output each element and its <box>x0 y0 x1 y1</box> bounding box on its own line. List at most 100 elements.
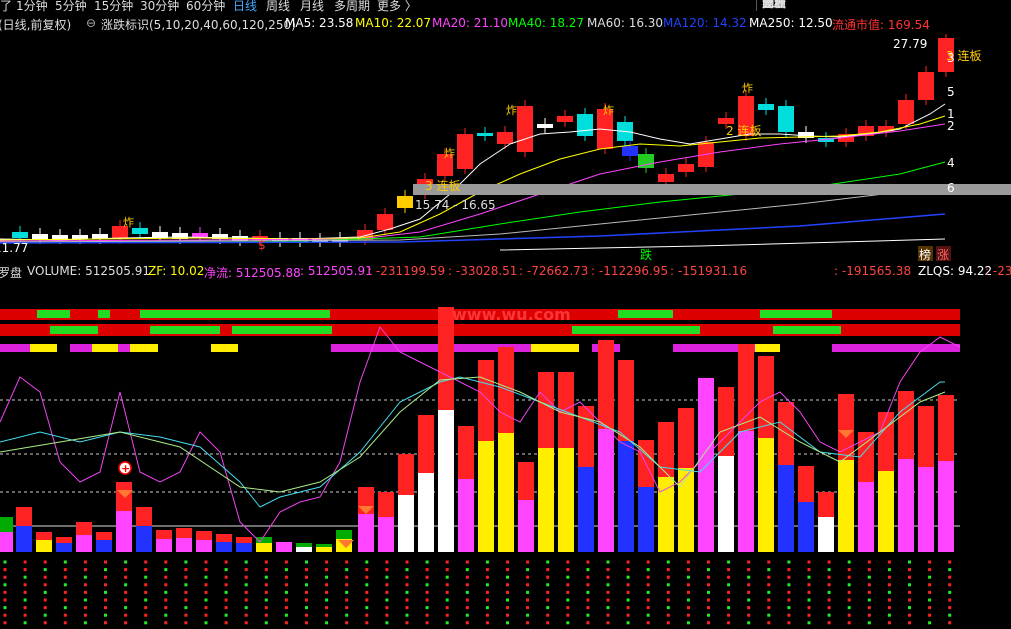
signal-dot <box>827 590 831 594</box>
signal-dot <box>666 575 670 579</box>
signal-dot <box>747 583 751 587</box>
tab-15min[interactable]: 15分钟 <box>94 0 133 14</box>
simple-frame-button[interactable]: 简框 <box>756 0 791 11</box>
v1-value: : 512505.91 <box>300 264 373 278</box>
ma120-value: MA120: 14.32 <box>663 16 747 30</box>
tab-weekly[interactable]: 周线 <box>266 0 290 14</box>
tab-30min[interactable]: 30分钟 <box>140 0 179 14</box>
signal-dot <box>284 560 288 564</box>
signal-dot <box>385 560 389 564</box>
signal-dot <box>385 621 389 625</box>
signal-dot <box>124 606 128 610</box>
signal-dot <box>23 598 27 602</box>
signal-dot <box>23 606 27 610</box>
volume-bar-bottom <box>256 543 272 552</box>
signal-dot <box>948 575 952 579</box>
strip-green-1b <box>98 310 110 318</box>
signal-dot <box>405 621 409 625</box>
tab-5min[interactable]: 5分钟 <box>55 0 87 14</box>
signal-dot <box>264 575 268 579</box>
volume-bar-top <box>698 378 714 451</box>
tab-multi[interactable]: 多周期 <box>334 0 370 14</box>
signal-dot <box>526 598 530 602</box>
volume-chart[interactable]: + www.wu.com <box>0 282 1011 629</box>
signal-dot <box>445 621 449 625</box>
volume-bar-top <box>618 360 634 441</box>
signal-dot <box>365 583 369 587</box>
signal-dot <box>646 583 650 587</box>
signal-dot <box>928 613 932 617</box>
signal-dot <box>606 568 610 572</box>
signal-dot <box>63 575 67 579</box>
tab-monthly[interactable]: 月线 <box>300 0 324 14</box>
signal-dot <box>83 606 87 610</box>
tab-more[interactable]: 更多 〉 <box>377 0 417 14</box>
signal-dot <box>526 560 530 564</box>
signal-dot <box>305 560 308 564</box>
signal-dot <box>867 606 871 610</box>
signal-dot <box>948 621 952 625</box>
signal-dot <box>526 568 530 572</box>
signal-dot <box>887 583 891 587</box>
signal-dot <box>224 590 228 594</box>
signal-dot <box>586 583 590 587</box>
indicator-toggle-icon[interactable]: ⊖ <box>86 16 96 30</box>
signal-dot <box>506 560 509 564</box>
signal-dot <box>164 606 168 610</box>
signal-dot <box>867 621 871 625</box>
signal-dot <box>767 590 771 594</box>
signal-dot <box>485 590 489 594</box>
signal-dot <box>104 606 107 610</box>
signal-dot <box>104 568 107 572</box>
volume-bar-bottom <box>638 487 654 552</box>
signal-dot <box>807 621 811 625</box>
volume-bar-top <box>76 522 92 535</box>
signal-dot <box>244 583 248 587</box>
signal-dot <box>686 568 690 572</box>
signal-dot <box>526 606 530 610</box>
candle-body <box>758 104 774 110</box>
signal-dot <box>83 575 87 579</box>
signal-dot <box>465 613 469 617</box>
ma10-value: MA10: 22.07 <box>355 16 432 30</box>
signal-dot <box>465 590 469 594</box>
signal-dot <box>83 560 87 564</box>
signal-dot <box>405 613 409 617</box>
right-toolbar: 复权 叠加 多股 统计 画线 F10 简框 <box>756 0 1011 14</box>
signal-dot <box>928 598 932 602</box>
signal-dot <box>425 621 429 625</box>
signal-dot <box>928 621 932 625</box>
signal-dot <box>727 575 731 579</box>
signal-dot <box>626 590 630 594</box>
tab-60min[interactable]: 60分钟 <box>186 0 225 14</box>
signal-dot <box>707 575 710 579</box>
signal-dot <box>345 598 349 602</box>
signal-dot <box>124 560 128 564</box>
jingliu-value: 净流: 512505.88 <box>204 266 301 280</box>
signal-dot <box>526 590 530 594</box>
tab-daily[interactable]: 日线 <box>233 0 257 14</box>
signal-dot <box>827 598 831 602</box>
volume-bar-bottom <box>618 441 634 552</box>
signal-dot <box>727 568 731 572</box>
tab-1min[interactable]: 1分钟 <box>16 0 48 14</box>
signal-dot <box>908 583 911 587</box>
candle-body <box>397 196 413 208</box>
signal-dot <box>787 560 791 564</box>
candle-body <box>778 106 794 132</box>
volume-bar-bottom <box>538 448 554 552</box>
signal-dot <box>83 568 87 572</box>
volume-bar-top <box>196 531 212 540</box>
volume-bar-bottom <box>918 467 934 552</box>
candle-body <box>622 146 638 156</box>
signal-dot <box>707 560 710 564</box>
candle-body <box>377 214 393 230</box>
signal-dot <box>847 613 851 617</box>
volume-bar-top <box>176 528 192 538</box>
signal-dot <box>43 590 47 594</box>
candlestick-chart[interactable]: 15.74 - 16.65 3 连板 2 连板 3 连板 炸 炸 炸 炸 炸 2… <box>0 34 1011 262</box>
signal-dot <box>506 621 509 625</box>
volume-bar-top <box>56 537 72 543</box>
volume-bar-top <box>818 492 834 517</box>
signal-dot <box>244 568 248 572</box>
